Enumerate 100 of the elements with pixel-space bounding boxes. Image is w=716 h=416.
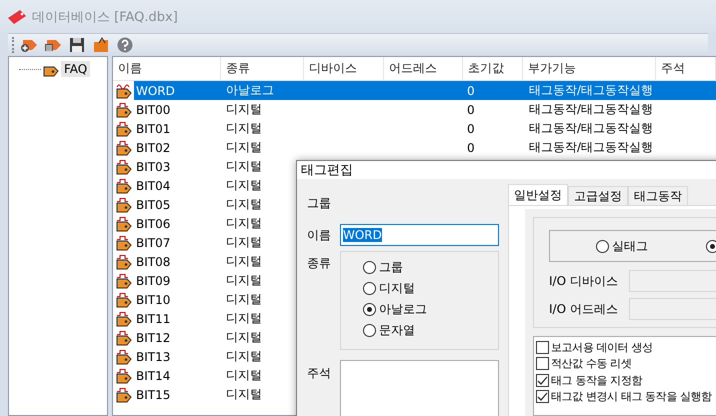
digital-tag-icon: [116, 348, 132, 364]
table-cell-text: 디지털: [225, 272, 263, 289]
name-field[interactable]: WORD: [340, 224, 499, 246]
group-label: 그룹: [307, 195, 332, 212]
table-cell-text: 디지털: [225, 367, 263, 384]
table-cell-text: 태그동작/태그동작실행: [528, 101, 654, 118]
io-device-field[interactable]: [629, 270, 716, 292]
table-cell[interactable]: WORD: [134, 81, 221, 100]
digital-tag-icon: [116, 292, 132, 308]
column-header[interactable]: 디바이스: [304, 57, 384, 80]
column-header[interactable]: 초기값: [463, 57, 523, 80]
table-cell-text: 디지털: [225, 177, 263, 194]
table-cell[interactable]: BIT04: [134, 176, 221, 195]
table-cell-text: 0: [466, 140, 476, 156]
table-cell-text: 디지털: [225, 139, 263, 156]
table-cell: 태그동작/태그동작실행: [523, 81, 656, 100]
radio-button[interactable]: [706, 240, 716, 252]
checkbox[interactable]: [536, 390, 549, 404]
column-header[interactable]: 주석: [656, 57, 716, 80]
column-header[interactable]: 부가기능: [523, 57, 656, 80]
name-label: 이름: [307, 227, 332, 244]
table-cell[interactable]: BIT00: [134, 100, 221, 119]
digital-tag-icon: [116, 178, 132, 194]
table-cell[interactable]: BIT12: [134, 328, 221, 347]
io-device-label: I/O 디바이스: [549, 272, 619, 290]
digital-tag-icon: [116, 158, 132, 174]
digital-tag-icon: [116, 120, 132, 136]
table-cell[interactable]: BIT14: [134, 366, 221, 385]
save-button[interactable]: [68, 36, 86, 54]
table-cell[interactable]: BIT11: [134, 309, 221, 328]
table-cell[interactable]: BIT05: [134, 195, 221, 214]
table-cell-text: 0: [466, 120, 476, 138]
app-tag-icon: [6, 8, 28, 26]
digital-tag-icon: [116, 102, 132, 118]
table-cell[interactable]: BIT03: [134, 157, 221, 176]
digital-tag-icon: [116, 216, 132, 232]
table-cell-text: 0: [466, 102, 476, 118]
digital-tag-icon: [116, 310, 132, 326]
table-cell-text: 디지털: [225, 386, 263, 403]
window-title: 데이터베이스 [FAQ.dbx]: [32, 8, 178, 26]
comment-label: 주석: [307, 365, 332, 382]
digital-tag-icon: [116, 254, 132, 270]
table-cell-text: 디지털: [225, 120, 263, 137]
help-button[interactable]: [116, 36, 134, 54]
table-cell[interactable]: BIT15: [134, 385, 221, 404]
comment-field[interactable]: [340, 360, 499, 416]
radio-label: 디지털: [379, 280, 415, 297]
selection-bar: [656, 81, 716, 100]
column-header[interactable]: 어드레스: [384, 57, 463, 80]
checkbox-label: 태그값 변경시 태그 동작을 실행함: [551, 389, 712, 404]
radio-button[interactable]: [596, 240, 609, 252]
io-address-label: I/O 어드레스: [549, 300, 619, 318]
io-address-field[interactable]: [629, 298, 716, 320]
table-cell[interactable]: BIT08: [134, 252, 221, 271]
table-cell[interactable]: BIT13: [134, 347, 221, 366]
table-cell[interactable]: BIT06: [134, 214, 221, 233]
radio-button[interactable]: [363, 324, 376, 337]
column-header[interactable]: 종류: [221, 57, 304, 80]
table-cell-text: 디지털: [225, 310, 263, 327]
folder-button[interactable]: [92, 36, 110, 54]
checkbox-label: 적산값 수동 리셋: [551, 356, 632, 372]
table-cell-text: 디지털: [225, 253, 263, 270]
table-cell-text: 태그동작/태그동작실행: [528, 139, 654, 156]
table-cell-text: 디지털: [225, 158, 263, 175]
table-cell[interactable]: BIT09: [134, 271, 221, 290]
table-cell-text: 디지털: [225, 291, 263, 308]
digital-tag-icon: [116, 330, 132, 346]
radio-button[interactable]: [363, 303, 376, 316]
table-cell[interactable]: BIT10: [134, 290, 221, 309]
tab[interactable]: 고급설정: [568, 186, 628, 205]
table-cell[interactable]: BIT02: [134, 138, 221, 157]
radio-label: 그룹: [379, 259, 403, 276]
tab[interactable]: 일반설정: [508, 184, 568, 205]
checkbox[interactable]: [536, 340, 549, 354]
table-cell[interactable]: BIT01: [134, 119, 221, 138]
checkbox[interactable]: [536, 374, 549, 387]
dialog-title: 태그편집: [301, 162, 353, 179]
table-cell-text: 디지털: [225, 234, 263, 251]
radio-button[interactable]: [363, 282, 376, 295]
digital-tag-icon: [116, 272, 132, 288]
digital-tag-icon: [116, 368, 132, 384]
checkbox-label: 보고서용 데이터 생성: [551, 340, 653, 355]
radio-button[interactable]: [363, 261, 376, 274]
type-label: 종류: [307, 255, 332, 272]
tab[interactable]: 태그동작: [628, 186, 688, 205]
table-cell: 0: [463, 81, 523, 100]
column-header[interactable]: 이름: [113, 57, 221, 80]
checkbox-label: 태그 동작을 지정함: [551, 372, 642, 388]
digital-tag-icon: [116, 386, 132, 402]
table-cell[interactable]: BIT07: [134, 233, 221, 252]
checkbox[interactable]: [536, 357, 549, 370]
table-cell-text: 디지털: [225, 348, 263, 365]
table-cell-text: 디지털: [225, 101, 263, 118]
digital-tag-icon: [116, 196, 132, 212]
table-cell: 아날로그: [221, 81, 304, 100]
digital-tag-icon: [116, 140, 132, 156]
table-cell-text: 태그동작/태그동작실행: [528, 120, 654, 137]
digital-tag-icon: [116, 234, 132, 250]
analog-tag-icon: [116, 82, 132, 98]
tree-item[interactable]: FAQ: [61, 61, 90, 77]
